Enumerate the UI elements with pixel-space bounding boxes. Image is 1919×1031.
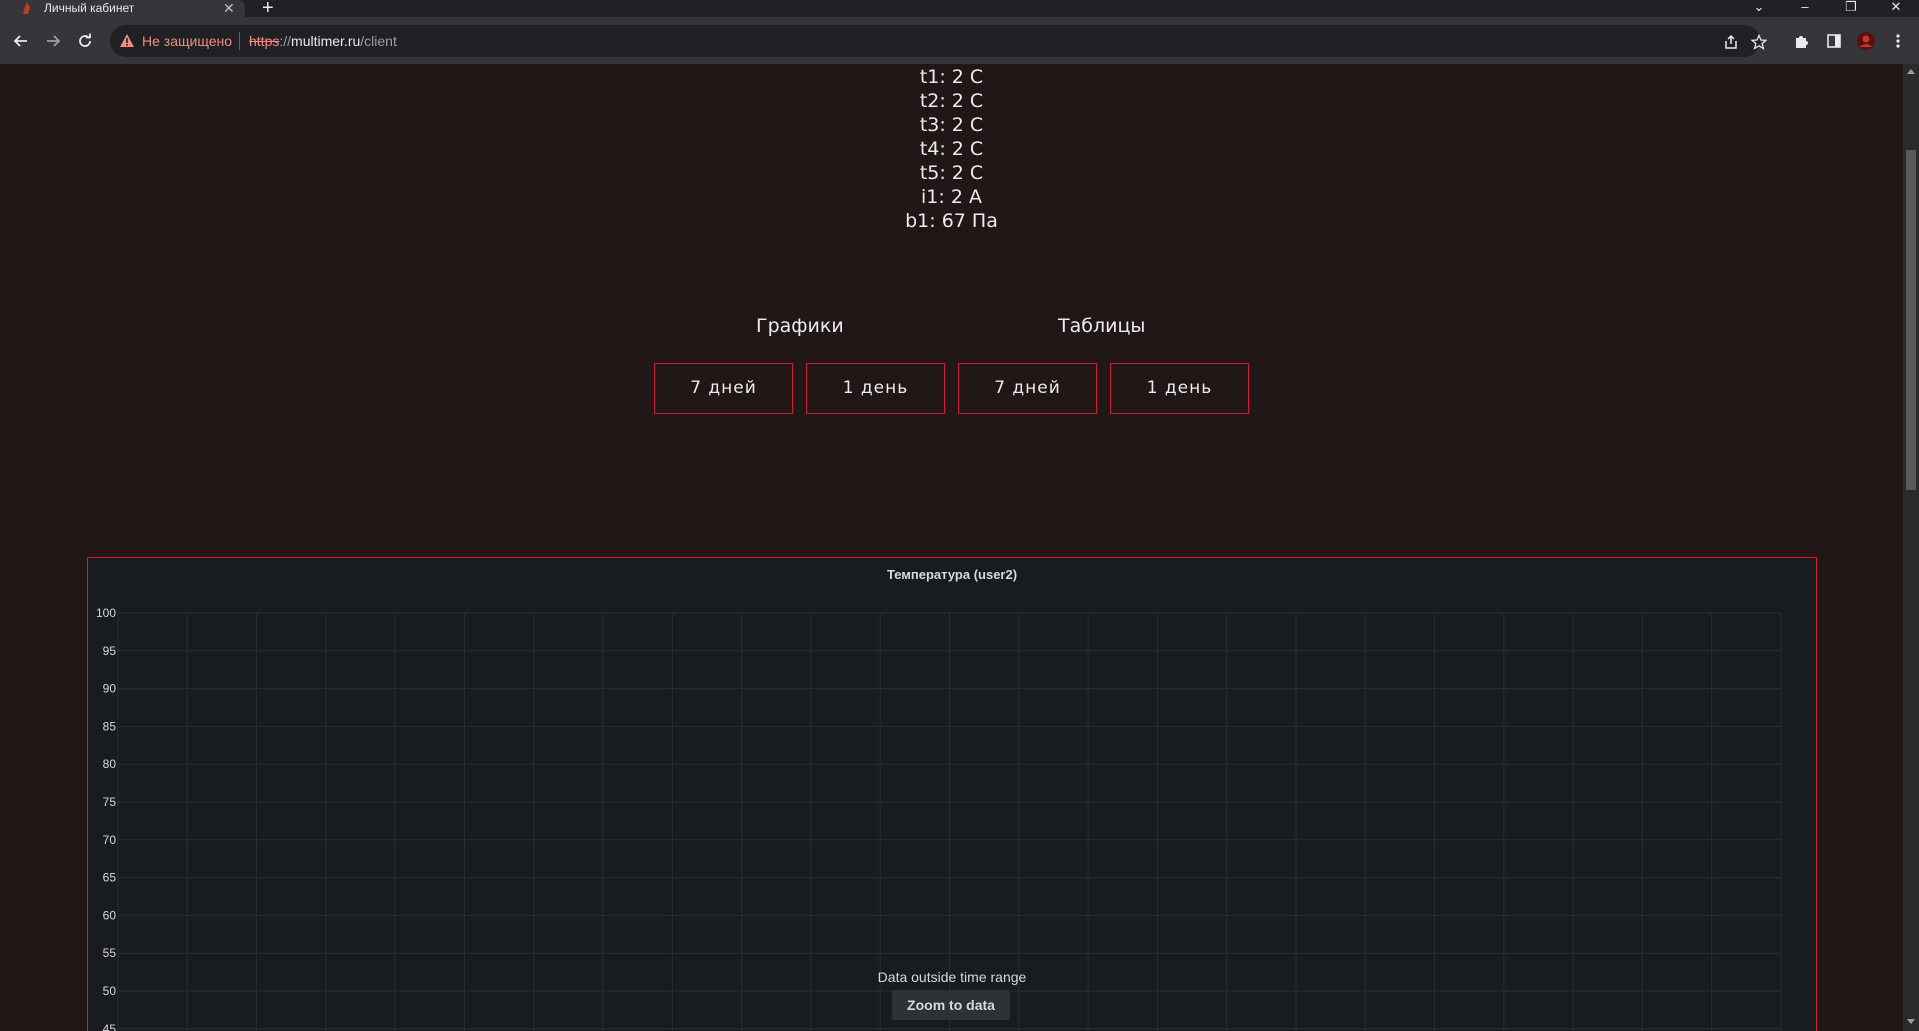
y-tick-label: 50 — [103, 984, 117, 998]
site-favicon-icon — [23, 2, 30, 14]
share-icon[interactable] — [1722, 33, 1740, 51]
new-tab-icon[interactable]: + — [262, 0, 274, 18]
forward-arrow-icon[interactable] — [40, 28, 66, 54]
browser-tab-strip: Личный кабинет ✕ + ⌄ – ❐ ✕ — [0, 0, 1919, 18]
charts-1-day-button[interactable]: 1 день — [806, 363, 945, 414]
tables-heading: Таблицы — [1058, 315, 1146, 337]
browser-tab[interactable]: Личный кабинет ✕ — [0, 0, 245, 17]
no-data-message: Data outside time range — [877, 969, 1027, 985]
zoom-to-data-button[interactable]: Zoom to data — [892, 990, 1010, 1020]
scrollbar-thumb[interactable] — [1906, 150, 1916, 490]
omnibox-divider — [239, 32, 240, 50]
y-tick-label: 75 — [103, 795, 117, 809]
y-tick-label: 70 — [103, 833, 117, 847]
reading-t5: t5: 2 C — [919, 162, 984, 184]
temperature-chart: 100 95 90 85 80 75 70 65 60 55 50 45 — [96, 606, 1782, 1031]
restore-icon[interactable]: ❐ — [1828, 0, 1874, 17]
tab-search-icon[interactable]: ⌄ — [1736, 0, 1782, 17]
page-content: t1: 2 C t2: 2 C t3: 2 C t4: 2 C t5: 2 C … — [0, 64, 1903, 1031]
close-window-icon[interactable]: ✕ — [1873, 0, 1919, 17]
charts-7-days-button[interactable]: 7 дней — [654, 363, 793, 414]
y-tick-label: 45 — [103, 1022, 117, 1031]
url-host: multimer.ru — [291, 33, 361, 49]
reading-b1: b1: 67 Па — [905, 210, 998, 232]
bookmark-star-icon[interactable] — [1750, 33, 1768, 51]
reload-icon[interactable] — [72, 28, 98, 54]
browser-menu-icon[interactable] — [1886, 29, 1910, 53]
y-tick-label: 55 — [103, 946, 117, 960]
reading-t3: t3: 2 C — [919, 114, 984, 136]
tab-close-icon[interactable]: ✕ — [223, 0, 235, 17]
side-panel-icon[interactable] — [1822, 29, 1846, 53]
scroll-up-arrow-icon[interactable] — [1907, 69, 1915, 74]
charts-heading: Графики — [756, 315, 844, 337]
y-tick-label: 65 — [103, 871, 117, 885]
scroll-down-arrow-icon[interactable] — [1907, 1019, 1915, 1024]
security-status[interactable]: Не защищено — [142, 33, 232, 49]
temperature-chart-panel: 100 95 90 85 80 75 70 65 60 55 50 45 Температура (u… — [87, 557, 1817, 1031]
y-tick-label: 90 — [103, 682, 117, 696]
sensor-readings: t1: 2 C t2: 2 C t3: 2 C t4: 2 C t5: 2 C … — [0, 65, 1903, 233]
minimize-icon[interactable]: – — [1782, 0, 1828, 17]
url-path: /client — [360, 33, 397, 49]
reading-t4: t4: 2 C — [919, 138, 984, 160]
url-text[interactable]: https://multimer.ru/client — [249, 33, 397, 49]
reading-i1: i1: 2 A — [921, 186, 982, 208]
back-arrow-icon[interactable] — [8, 28, 34, 54]
tab-title: Личный кабинет — [44, 1, 135, 15]
tables-7-days-button[interactable]: 7 дней — [958, 363, 1097, 414]
tables-1-day-button[interactable]: 1 день — [1110, 363, 1249, 414]
y-tick-label: 80 — [103, 757, 117, 771]
y-tick-label: 95 — [103, 644, 117, 658]
address-bar[interactable]: Не защищено https://multimer.ru/client — [110, 25, 1767, 57]
chart-title: Температура (user2) — [886, 567, 1018, 582]
page-scrollbar[interactable] — [1903, 64, 1919, 1031]
extensions-puzzle-icon[interactable] — [1790, 29, 1814, 53]
url-scheme: https — [249, 33, 280, 49]
reading-t2: t2: 2 C — [919, 90, 984, 112]
url-separator: :// — [279, 33, 292, 49]
warning-icon — [120, 34, 134, 47]
profile-avatar-icon[interactable] — [1854, 29, 1878, 53]
y-tick-label: 85 — [103, 719, 117, 733]
browser-toolbar: Не защищено https://multimer.ru/client — [0, 17, 1919, 64]
y-tick-label: 60 — [103, 908, 117, 922]
reading-t1: t1: 2 C — [919, 66, 984, 88]
y-tick-label: 100 — [96, 606, 116, 620]
